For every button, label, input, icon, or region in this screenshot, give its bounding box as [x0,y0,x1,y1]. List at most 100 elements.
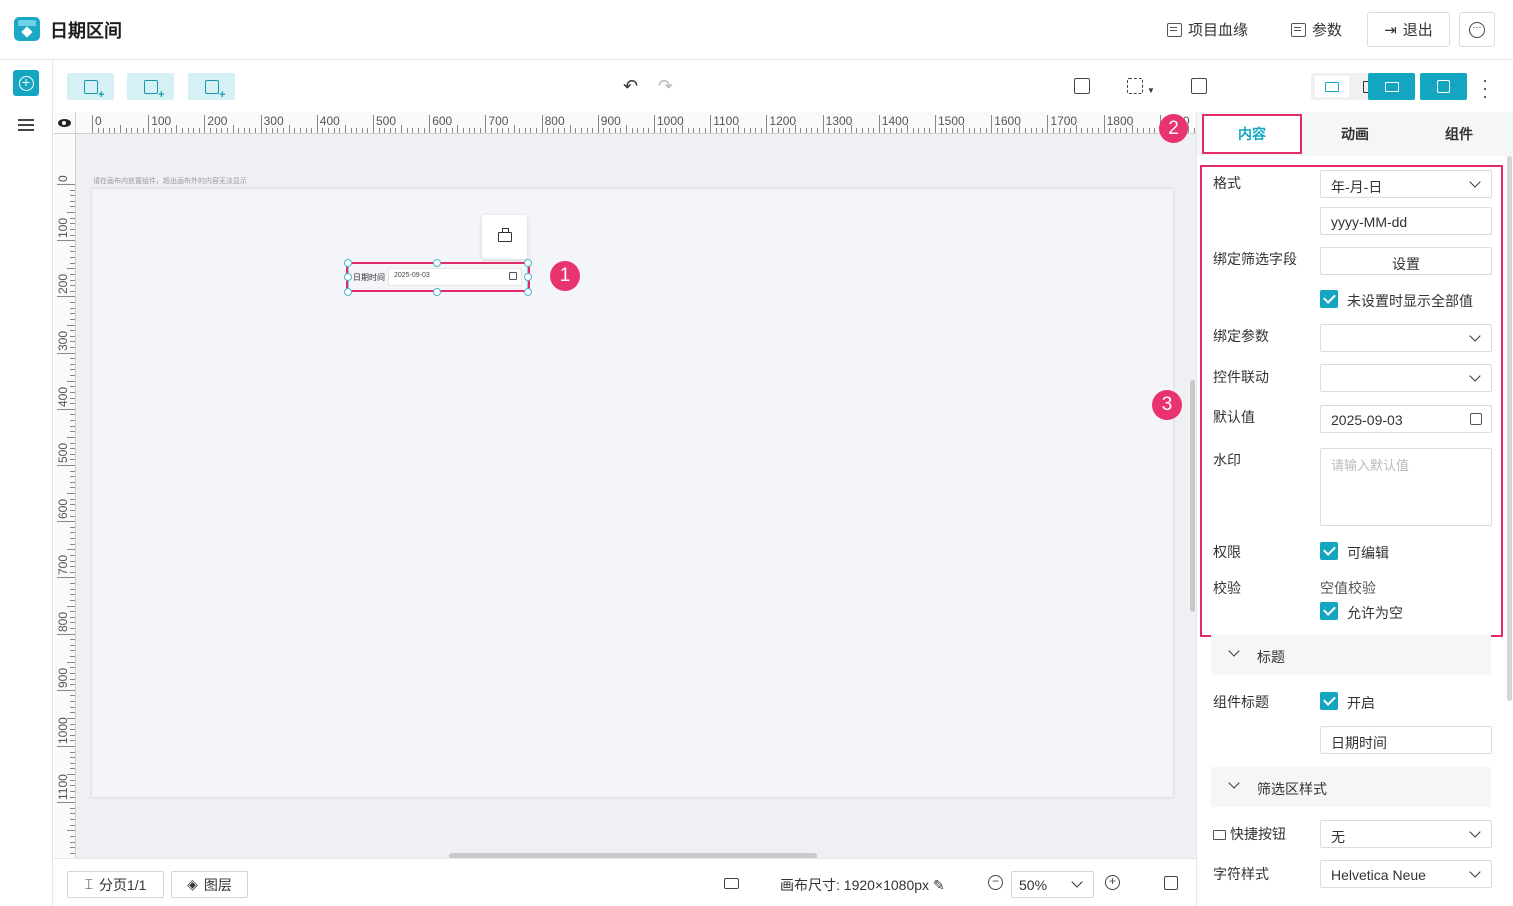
align-dropdown-chevron-icon[interactable]: ▼ [1147,82,1155,100]
ruler-tick [1030,128,1032,133]
ruler-tick [676,128,678,133]
project-lineage-button[interactable]: 项目血缘 [1167,19,1248,40]
resize-handle[interactable] [344,288,352,296]
ruler-tick [1047,115,1049,133]
ruler-tick [294,128,296,133]
ruler-tick [70,723,75,725]
undo-icon[interactable]: ↶ [623,77,638,95]
align-select-icon[interactable] [1127,78,1143,94]
ruler-tick [70,588,75,590]
filter-style-section-header[interactable]: 筛选区样式 [1211,767,1491,807]
ruler-tick [519,128,521,133]
ruler-tick [743,128,745,133]
clear-format-icon[interactable] [1074,78,1090,94]
resize-handle[interactable] [344,273,352,281]
tab-animation[interactable]: 动画 [1305,114,1405,154]
ruler-tick [70,532,75,534]
zoom-select[interactable]: 50% [1011,871,1094,898]
ruler-tick [1193,128,1195,133]
resize-handle[interactable] [524,273,532,281]
canvas-area: 0 100 200 300 400 500 600 700 800 900 1000 1100 1200… [54,112,1196,858]
resize-handle[interactable] [344,259,352,267]
ruler-tick [187,128,189,133]
ruler-label: 1100 [56,774,70,801]
preview-button[interactable] [1368,73,1415,100]
resize-handle[interactable] [433,259,441,267]
ruler-tick [356,128,358,133]
ruler-tick [70,729,75,731]
ruler-tick [918,128,920,133]
outline-list-icon[interactable] [18,119,34,133]
canvas-vertical-scrollbar[interactable] [1190,380,1195,612]
canvas-size[interactable]: 画布尺寸: 1920×1080px ✎ [780,875,945,895]
pages-button[interactable]: ⌶ 分页1/1 [67,871,164,898]
zoom-out-icon[interactable]: − [988,875,1003,890]
save-button[interactable] [1420,73,1467,100]
ruler-tick [70,476,75,478]
ruler-tick [277,128,279,133]
ruler-tick [70,701,75,703]
app-logo-icon [14,17,40,41]
ruler-tick [70,543,75,545]
chevron-down-icon [1469,826,1481,838]
resize-handle[interactable] [524,259,532,267]
ruler-tick [299,128,301,133]
ruler-tick [446,128,448,133]
ruler-tick [254,128,256,133]
ruler-tick [631,128,633,133]
ruler-tick [603,128,605,133]
resize-handle[interactable] [433,288,441,296]
page-settings-icon[interactable] [1191,78,1207,94]
exit-button[interactable]: ⇥ 退出 [1367,12,1450,47]
tab-content[interactable]: 内容 [1202,114,1302,154]
shortcut-select[interactable]: 无 [1320,820,1492,848]
tab-component[interactable]: 组件 [1409,114,1509,154]
ruler-label: 200 [56,274,70,295]
font-style-select[interactable]: Helvetica Neue [1320,860,1492,888]
page-canvas[interactable] [92,189,1173,797]
ruler-tick [1109,128,1111,133]
widget-float-toolbar[interactable] [482,215,527,259]
ruler-label: 1600 [994,114,1021,128]
ruler-tick [749,128,751,133]
ruler-tick [637,128,639,133]
ruler-tick [70,824,75,826]
ruler-tick [70,599,75,601]
layers-button[interactable]: ◈ 图层 [171,871,248,898]
more-icon: ··· [1469,21,1485,38]
kebab-menu-icon[interactable]: · · · [1482,71,1488,105]
ruler-tick [70,644,75,646]
ruler-tick [70,504,75,506]
keyboard-icon[interactable] [724,878,739,889]
params-button[interactable]: 参数 [1291,19,1342,40]
redo-icon[interactable]: ↷ [658,77,673,95]
panel-scrollbar[interactable] [1507,156,1512,701]
ruler-tick [70,807,75,809]
comp-title-input[interactable]: 日期时间 [1320,726,1492,754]
add-chart-button[interactable] [67,73,114,101]
ruler-tick [70,223,75,225]
visibility-toggle[interactable] [54,112,76,134]
resize-handle[interactable] [524,288,532,296]
desktop-view-button[interactable] [1315,76,1349,97]
title-section-header[interactable]: 标题 [1211,635,1491,675]
ruler-tick [131,128,133,133]
ruler-tick [70,757,75,759]
ruler-tick [1036,128,1038,133]
zoom-in-icon[interactable]: + [1105,875,1120,890]
add-filter-button[interactable] [127,73,174,101]
ruler-tick [1024,128,1026,133]
add-table-button[interactable] [188,73,235,101]
ruler-label: 300 [56,330,70,351]
more-options-button[interactable]: ··· [1459,12,1495,47]
ruler-tick [70,627,75,629]
ruler-label: 1400 [881,114,909,128]
add-component-button[interactable]: + [13,70,39,96]
ruler-tick [406,128,408,133]
desktop-icon [1325,81,1339,92]
ruler-tick [547,128,549,133]
toolbox-icon [497,228,512,242]
plus-circle-icon: + [18,75,34,91]
enable-title-checkbox[interactable] [1320,692,1338,710]
fit-screen-icon[interactable] [1164,876,1178,890]
